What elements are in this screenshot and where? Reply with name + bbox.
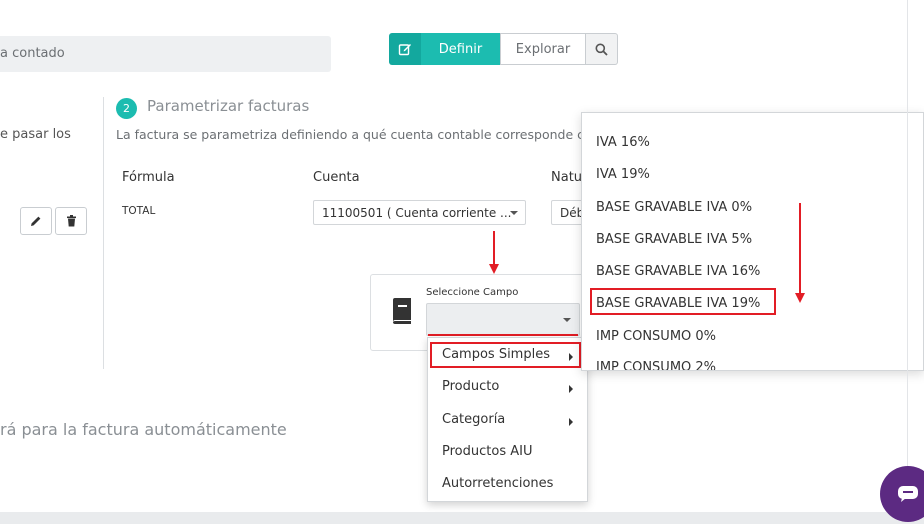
menu-item-label: Categoría — [442, 412, 506, 427]
cuenta-select-value: 11100501 ( Cuenta corriente ... — [322, 206, 512, 220]
section-divider — [103, 97, 104, 369]
search-field[interactable]: a contado — [0, 36, 331, 72]
pencil-icon[interactable] — [20, 207, 52, 235]
explorar-button[interactable]: Explorar — [500, 33, 586, 65]
menu-item-label: Producto — [442, 379, 500, 394]
chevron-down-icon — [510, 211, 518, 215]
left-description-fragment: e pasar los — [0, 127, 71, 142]
edit-icon[interactable] — [389, 33, 421, 65]
annotation-arrowhead — [795, 293, 805, 303]
mode-button-group: Definir Explorar — [389, 33, 618, 65]
step-title: Parametrizar facturas — [147, 97, 310, 115]
menu-item-productos-aiu[interactable]: Productos AIU — [428, 439, 587, 467]
trash-icon[interactable] — [55, 207, 87, 235]
field-select[interactable] — [426, 303, 580, 336]
highlight-box — [590, 288, 776, 315]
search-icon[interactable] — [586, 33, 618, 65]
submenu-item[interactable]: IVA 19% — [596, 167, 650, 182]
chevron-right-icon — [569, 418, 573, 426]
menu-item-label: Productos AIU — [442, 444, 533, 459]
menu-item-producto[interactable]: Producto — [428, 374, 587, 402]
chat-icon — [898, 486, 918, 502]
chevron-right-icon — [569, 385, 573, 393]
chevron-down-icon — [563, 318, 571, 322]
section-heading-fragment: rá para la factura automáticamente — [0, 420, 287, 439]
annotation-underline — [428, 334, 578, 336]
formula-cell: TOTAL — [122, 205, 156, 217]
cuenta-select[interactable]: 11100501 ( Cuenta corriente ... — [313, 200, 526, 225]
menu-item-autorretenciones[interactable]: Autorretenciones — [428, 471, 587, 499]
menu-item-label: Autorretenciones — [442, 476, 554, 491]
submenu-item[interactable]: IMP CONSUMO 0% — [596, 329, 716, 344]
column-header-naturaleza: Natu — [551, 170, 583, 185]
submenu-item[interactable]: BASE GRAVABLE IVA 5% — [596, 232, 752, 247]
submenu-item[interactable]: IVA 16% — [596, 135, 650, 150]
submenu-item[interactable]: BASE GRAVABLE IVA 16% — [596, 264, 760, 279]
step-description: La factura se parametriza definiendo a q… — [116, 127, 586, 142]
book-icon — [393, 298, 411, 324]
column-header-cuenta: Cuenta — [313, 170, 360, 185]
column-header-formula: Fórmula — [122, 170, 175, 185]
submenu-item[interactable]: IMP CONSUMO 2% — [596, 360, 716, 370]
definir-button[interactable]: Definir — [421, 33, 500, 65]
annotation-arrow — [493, 231, 495, 267]
step-number-badge: 2 — [116, 98, 137, 119]
submenu-item[interactable]: BASE GRAVABLE IVA 0% — [596, 200, 752, 215]
footer-strip — [0, 512, 924, 524]
menu-item-categoria[interactable]: Categoría — [428, 407, 587, 435]
highlight-box — [430, 342, 581, 368]
annotation-arrow — [799, 203, 801, 295]
page-edge — [907, 0, 908, 524]
search-field-text: a contado — [0, 46, 65, 61]
field-select-label: Seleccione Campo — [426, 287, 519, 298]
submenu-campos-simples: IVA 16% IVA 19% BASE GRAVABLE IVA 0% BAS… — [581, 112, 924, 371]
